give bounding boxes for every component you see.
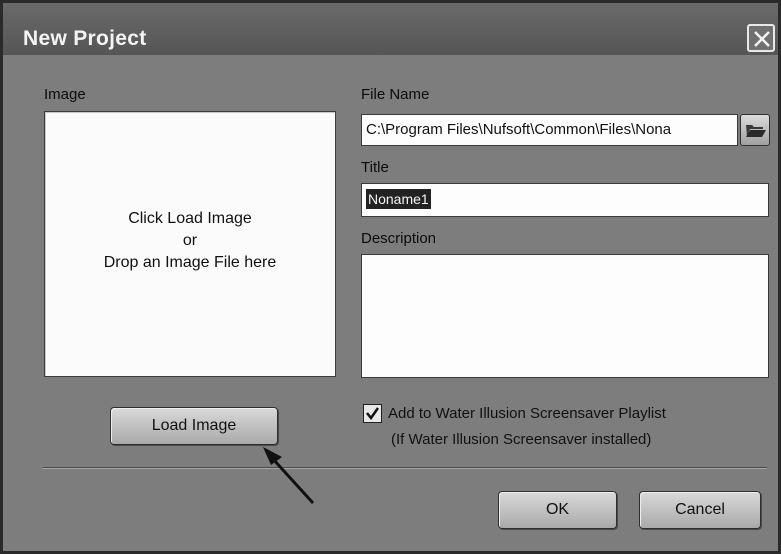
image-label: Image [44, 86, 86, 103]
dialog-title: New Project [23, 27, 147, 50]
image-hint-line3: Drop an Image File here [103, 254, 277, 271]
title-bar[interactable]: New Project [3, 3, 778, 56]
image-drop-area[interactable]: Click Load Image or Drop an Image File h… [44, 111, 336, 377]
description-label: Description [361, 230, 437, 247]
file-name-field[interactable]: C:\Program Files\Nufsoft\Common\Files\No… [361, 114, 738, 146]
ok-button[interactable]: OK [498, 491, 617, 529]
cancel-button[interactable]: Cancel [639, 491, 761, 529]
new-project-dialog: New Project Image Click Load Image or Dr… [0, 0, 781, 554]
browse-button[interactable] [740, 114, 770, 146]
folder-open-icon [746, 125, 766, 137]
playlist-checkbox[interactable] [363, 404, 382, 423]
checkmark-icon [366, 407, 380, 421]
image-hint-line2: or [182, 232, 198, 249]
title-label: Title [361, 159, 389, 176]
playlist-note: (If Water Illusion Screensaver installed… [391, 431, 652, 448]
playlist-checkbox-label[interactable]: Add to Water Illusion Screensaver Playli… [388, 405, 666, 422]
close-icon [754, 31, 770, 47]
title-field[interactable]: Noname1 [361, 183, 769, 217]
title-field-selected-text: Noname1 [366, 189, 431, 209]
dialog-body: Image Click Load Image or Drop an Image … [3, 55, 778, 551]
file-name-label: File Name [361, 86, 430, 103]
image-hint-line1: Click Load Image [128, 210, 252, 227]
description-field[interactable] [361, 254, 769, 378]
divider [43, 467, 767, 469]
pointer-arrow-icon [263, 447, 315, 505]
image-hint: Click Load Image or Drop an Image File h… [45, 208, 335, 274]
close-button[interactable] [747, 24, 775, 52]
